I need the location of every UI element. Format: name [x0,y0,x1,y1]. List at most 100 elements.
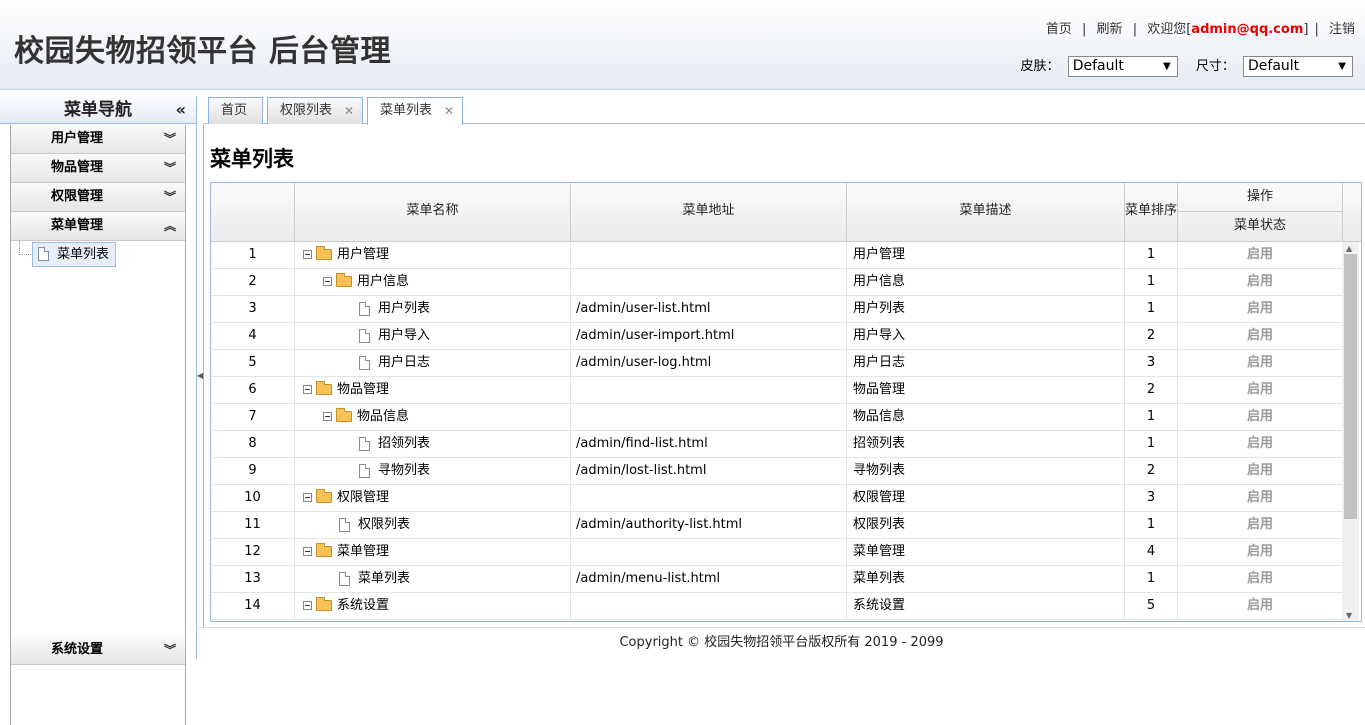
menu-name-cell: 招领列表 [295,431,571,458]
menu-status-cell[interactable]: 启用 [1178,593,1343,620]
column-header-order[interactable]: 菜单排序 [1125,183,1178,242]
collapse-toggle-icon[interactable] [303,547,312,556]
table-row[interactable]: 10 权限管理 权限管理 3 启用 [211,485,1343,512]
table-row[interactable]: 14 系统设置 系统设置 5 启用 [211,593,1343,620]
size-select[interactable]: Default ▼ [1243,56,1353,77]
menu-order-cell: 1 [1125,431,1178,458]
table-row[interactable]: 13 菜单列表/admin/menu-list.html 菜单列表 1 启用 [211,566,1343,593]
collapse-sidebar-icon[interactable]: « [176,96,186,124]
menu-name-text: 物品管理 [337,382,390,397]
accordion-header-menu-management[interactable]: 菜单管理 ︽ [11,212,185,241]
menu-status-cell[interactable]: 启用 [1178,242,1343,269]
menu-order-cell: 1 [1125,269,1178,296]
menu-order-cell: 1 [1125,566,1178,593]
menu-status-cell[interactable]: 启用 [1178,323,1343,350]
table-row[interactable]: 1 用户管理 用户管理 1 启用 [211,242,1343,269]
collapse-toggle-icon[interactable] [323,412,332,421]
collapse-toggle-icon[interactable] [303,601,312,610]
column-header-url[interactable]: 菜单地址 [571,183,847,242]
menu-status-cell[interactable]: 启用 [1178,512,1343,539]
tab-menu-list[interactable]: 菜单列表 ✕ [367,97,463,125]
table-row[interactable]: 6 物品管理 物品管理 2 启用 [211,377,1343,404]
table-row[interactable]: 5 用户日志/admin/user-log.html 用户日志 3 启用 [211,350,1343,377]
menu-name-text: 用户信息 [357,274,410,289]
menu-order-cell: 1 [1125,242,1178,269]
menu-url-cell: /admin/user-list.html [571,296,847,323]
tab-home[interactable]: 首页 [208,97,263,124]
table-row[interactable]: 7 物品信息 物品信息 1 启用 [211,404,1343,431]
menu-order-cell: 2 [1125,458,1178,485]
close-icon[interactable]: ✕ [444,98,454,124]
menu-desc-cell: 用户管理 [847,242,1125,269]
menu-url-cell: /admin/find-list.html [571,431,847,458]
menu-status-cell[interactable]: 启用 [1178,458,1343,485]
menu-name-cell: 用户列表 [295,296,571,323]
menu-desc-cell: 菜单列表 [847,566,1125,593]
menu-status-cell[interactable]: 启用 [1178,431,1343,458]
accordion-body-menu-management: 菜单列表 [11,241,185,611]
double-chevron-up-icon: ︽ [163,219,176,233]
collapse-toggle-icon[interactable] [303,385,312,394]
menu-status-cell[interactable]: 启用 [1178,485,1343,512]
logout-link[interactable]: 注销 [1329,22,1355,37]
accordion-header-label: 权限管理 [51,189,104,204]
vertical-scrollbar[interactable]: ▲ ▼ [1342,242,1359,621]
document-icon [359,301,370,316]
table-row[interactable]: 8 招领列表/admin/find-list.html 招领列表 1 启用 [211,431,1343,458]
table-row[interactable]: 9 寻物列表/admin/lost-list.html 寻物列表 2 启用 [211,458,1343,485]
table-row[interactable]: 12 菜单管理 菜单管理 4 启用 [211,539,1343,566]
menu-name-cell: 菜单管理 [295,539,571,566]
tab-permission-list[interactable]: 权限列表 ✕ [267,97,363,124]
close-icon[interactable]: ✕ [344,98,354,124]
skin-label: 皮肤： [1020,59,1060,74]
menu-desc-cell: 权限列表 [847,512,1125,539]
sidebar-item-menu-list[interactable]: 菜单列表 [32,242,116,267]
menu-url-cell [571,485,847,512]
accordion-bottom: 系统设置 ︾ [11,636,185,665]
home-link[interactable]: 首页 [1046,22,1072,37]
collapse-toggle-icon[interactable] [303,493,312,502]
scrollbar-thumb[interactable] [1344,254,1357,519]
collapse-toggle-icon[interactable] [303,250,312,259]
menu-name-cell: 用户导入 [295,323,571,350]
menu-name-text: 权限管理 [337,490,390,505]
menu-status-cell[interactable]: 启用 [1178,377,1343,404]
menu-status-cell[interactable]: 启用 [1178,269,1343,296]
accordion-header-item-management[interactable]: 物品管理 ︾ [11,154,185,183]
table-row[interactable]: 3 用户列表/admin/user-list.html 用户列表 1 启用 [211,296,1343,323]
tab-bar: 首页 权限列表 ✕ 菜单列表 ✕ [203,96,1365,125]
accordion-header-system-settings[interactable]: 系统设置 ︾ [11,636,185,665]
column-header-status[interactable]: 菜单状态 [1178,212,1343,241]
top-links: 首页 | 刷新 | 欢迎您[admin@qq.com] | 注销 [1046,18,1355,37]
menu-url-cell [571,404,847,431]
menu-status-cell[interactable]: 启用 [1178,566,1343,593]
menu-status-cell[interactable]: 启用 [1178,404,1343,431]
accordion-header-permission-management[interactable]: 权限管理 ︾ [11,183,185,212]
table-row[interactable]: 2 用户信息 用户信息 1 启用 [211,269,1343,296]
menu-status-cell[interactable]: 启用 [1178,350,1343,377]
menu-status-cell[interactable]: 启用 [1178,296,1343,323]
column-header-desc[interactable]: 菜单描述 [847,183,1125,242]
menu-name-text: 用户列表 [378,301,431,316]
table-row[interactable]: 4 用户导入/admin/user-import.html 用户导入 2 启用 [211,323,1343,350]
menu-name-cell: 权限列表 [295,512,571,539]
sidebar-title: 菜单导航 « [0,96,196,124]
table-row[interactable]: 11 权限列表/admin/authority-list.html 权限列表 1 启用 [211,512,1343,539]
menu-status-cell[interactable]: 启用 [1178,539,1343,566]
collapse-toggle-icon[interactable] [323,277,332,286]
row-number: 8 [211,431,295,458]
scroll-up-icon[interactable]: ▲ [1346,244,1352,253]
menu-url-cell [571,377,847,404]
separator: | [1314,22,1319,37]
row-number: 7 [211,404,295,431]
tab-label: 权限列表 [280,103,333,118]
refresh-link[interactable]: 刷新 [1097,22,1123,37]
row-number: 14 [211,593,295,620]
current-user: admin@qq.com [1191,22,1304,37]
table-body: 1 用户管理 用户管理 1 启用 2 用户信息 用户信息 1 启用 3 用户列表/admin/user… [211,242,1343,620]
skin-select[interactable]: Default ▼ [1067,56,1178,77]
scroll-down-icon[interactable]: ▼ [1346,611,1352,620]
accordion-header-user-management[interactable]: 用户管理 ︾ [11,125,185,154]
column-header-name[interactable]: 菜单名称 [295,183,571,242]
accordion-header-label: 系统设置 [51,642,104,657]
